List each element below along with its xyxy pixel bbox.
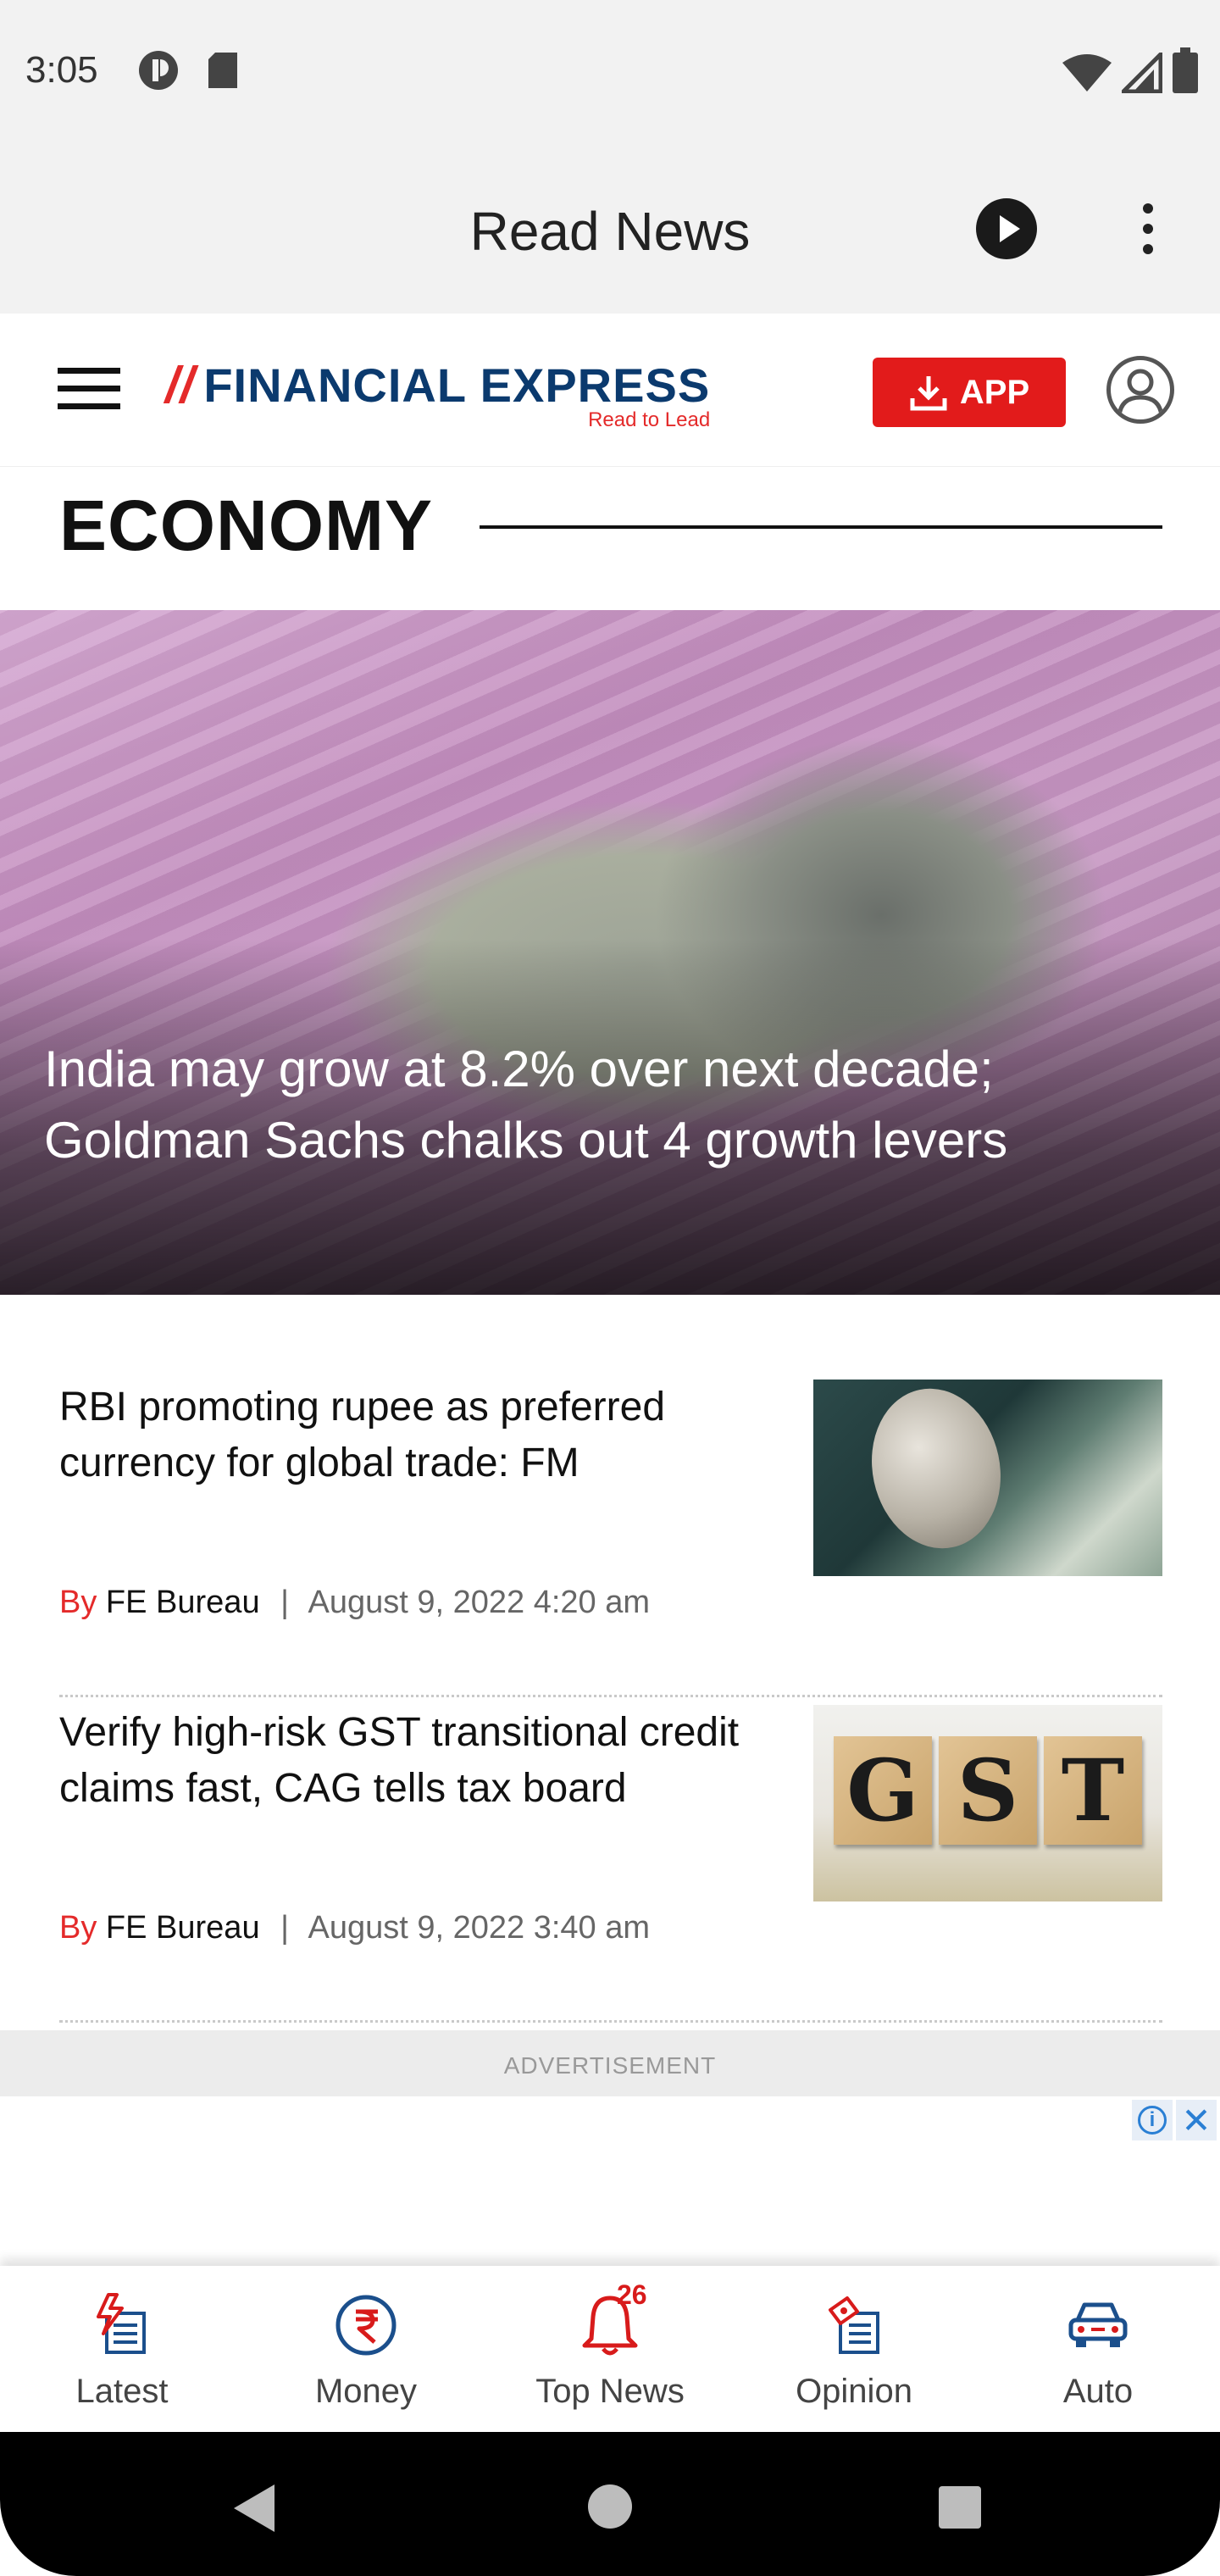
hamburger-menu-icon[interactable] — [58, 368, 120, 414]
section-divider — [480, 525, 1162, 529]
download-app-button[interactable]: APP — [873, 358, 1066, 427]
bottom-navigation: Latest Money 26 Top News Opinion Auto — [0, 2266, 1220, 2432]
ad-close-icon[interactable]: ✕ — [1176, 2100, 1217, 2140]
hero-story[interactable]: India may grow at 8.2% over next decade;… — [0, 610, 1220, 1295]
advertisement: ADVERTISEMENT i ✕ — [0, 2030, 1220, 2266]
notification-badge: 26 — [617, 2279, 647, 2310]
coin-image — [857, 1380, 1016, 1561]
byline-author[interactable]: FE Bureau — [106, 1585, 260, 1620]
status-bar: 3:05 — [0, 0, 1220, 144]
article-item[interactable]: Verify high-risk GST transitional credit… — [59, 1705, 1162, 2023]
app-button-label: APP — [959, 373, 1030, 411]
article-byline: By FE Bureau | August 9, 2022 3:40 am — [59, 1910, 650, 1946]
nav-label: Top News — [535, 2373, 685, 2410]
article-byline: By FE Bureau | August 9, 2022 4:20 am — [59, 1585, 650, 1621]
nav-label: Opinion — [796, 2373, 912, 2410]
nav-auto[interactable]: Auto — [976, 2266, 1220, 2432]
byline-separator: | — [280, 1585, 290, 1620]
logo-mark-icon: // — [165, 357, 196, 414]
byline-separator: | — [280, 1910, 290, 1946]
user-account-icon[interactable] — [1106, 356, 1174, 424]
nav-label: Auto — [1062, 2373, 1134, 2410]
more-vertical-icon[interactable] — [1135, 203, 1161, 258]
sd-card-icon — [205, 47, 242, 97]
home-icon[interactable] — [588, 2484, 632, 2529]
gst-letter-block: S — [939, 1736, 1037, 1845]
play-circle-icon[interactable] — [976, 198, 1037, 259]
nav-label: Money — [314, 2373, 418, 2410]
back-icon[interactable] — [234, 2484, 274, 2532]
download-icon — [910, 376, 947, 411]
data-saver-icon — [136, 47, 181, 97]
nav-money[interactable]: Money — [244, 2266, 488, 2432]
gst-letter-block: T — [1044, 1736, 1142, 1845]
signal-icon — [1117, 48, 1163, 97]
app-title: Read News — [469, 201, 751, 262]
nav-top-news[interactable]: 26 Top News — [488, 2266, 732, 2432]
nav-opinion[interactable]: Opinion — [732, 2266, 976, 2432]
article-date: August 9, 2022 4:20 am — [308, 1585, 650, 1620]
section-header: ECONOMY — [0, 466, 1220, 610]
ad-info-icon[interactable]: i — [1132, 2100, 1173, 2140]
system-navigation-bar — [0, 2432, 1220, 2576]
logo-tagline: Read to Lead — [588, 408, 711, 431]
gst-letter-block: G — [834, 1736, 932, 1845]
hero-title[interactable]: India may grow at 8.2% over next decade;… — [44, 1034, 1186, 1176]
nav-label: Latest — [75, 2373, 169, 2410]
latest-news-icon — [97, 2293, 146, 2354]
site-logo[interactable]: // FINANCIAL EXPRESS Read to Lead — [165, 356, 711, 431]
wifi-icon — [1062, 53, 1112, 97]
car-icon — [1068, 2302, 1128, 2347]
opinion-icon — [829, 2296, 879, 2354]
ad-label: ADVERTISEMENT — [503, 2052, 717, 2079]
status-time: 3:05 — [25, 49, 98, 91]
nav-latest[interactable]: Latest — [0, 2266, 244, 2432]
article-title[interactable]: RBI promoting rupee as preferred currenc… — [59, 1380, 788, 1491]
byline-by: By — [59, 1910, 97, 1946]
byline-author[interactable]: FE Bureau — [106, 1910, 260, 1946]
rupee-icon — [336, 2295, 396, 2356]
byline-by: By — [59, 1585, 97, 1620]
battery-icon — [1173, 47, 1198, 97]
site-header: // FINANCIAL EXPRESS Read to Lead APP — [0, 314, 1220, 467]
article-thumbnail[interactable] — [813, 1380, 1162, 1576]
logo-text: FINANCIAL EXPRESS — [203, 358, 711, 412]
ad-slot[interactable] — [0, 2096, 1220, 2266]
section-title: ECONOMY — [59, 486, 434, 565]
article-thumbnail[interactable]: G S T — [813, 1705, 1162, 1901]
article-date: August 9, 2022 3:40 am — [308, 1910, 650, 1946]
recent-apps-icon[interactable] — [939, 2486, 981, 2529]
app-bar: Read News — [0, 144, 1220, 314]
article-item[interactable]: RBI promoting rupee as preferred currenc… — [59, 1380, 1162, 1697]
article-title[interactable]: Verify high-risk GST transitional credit… — [59, 1705, 788, 1817]
